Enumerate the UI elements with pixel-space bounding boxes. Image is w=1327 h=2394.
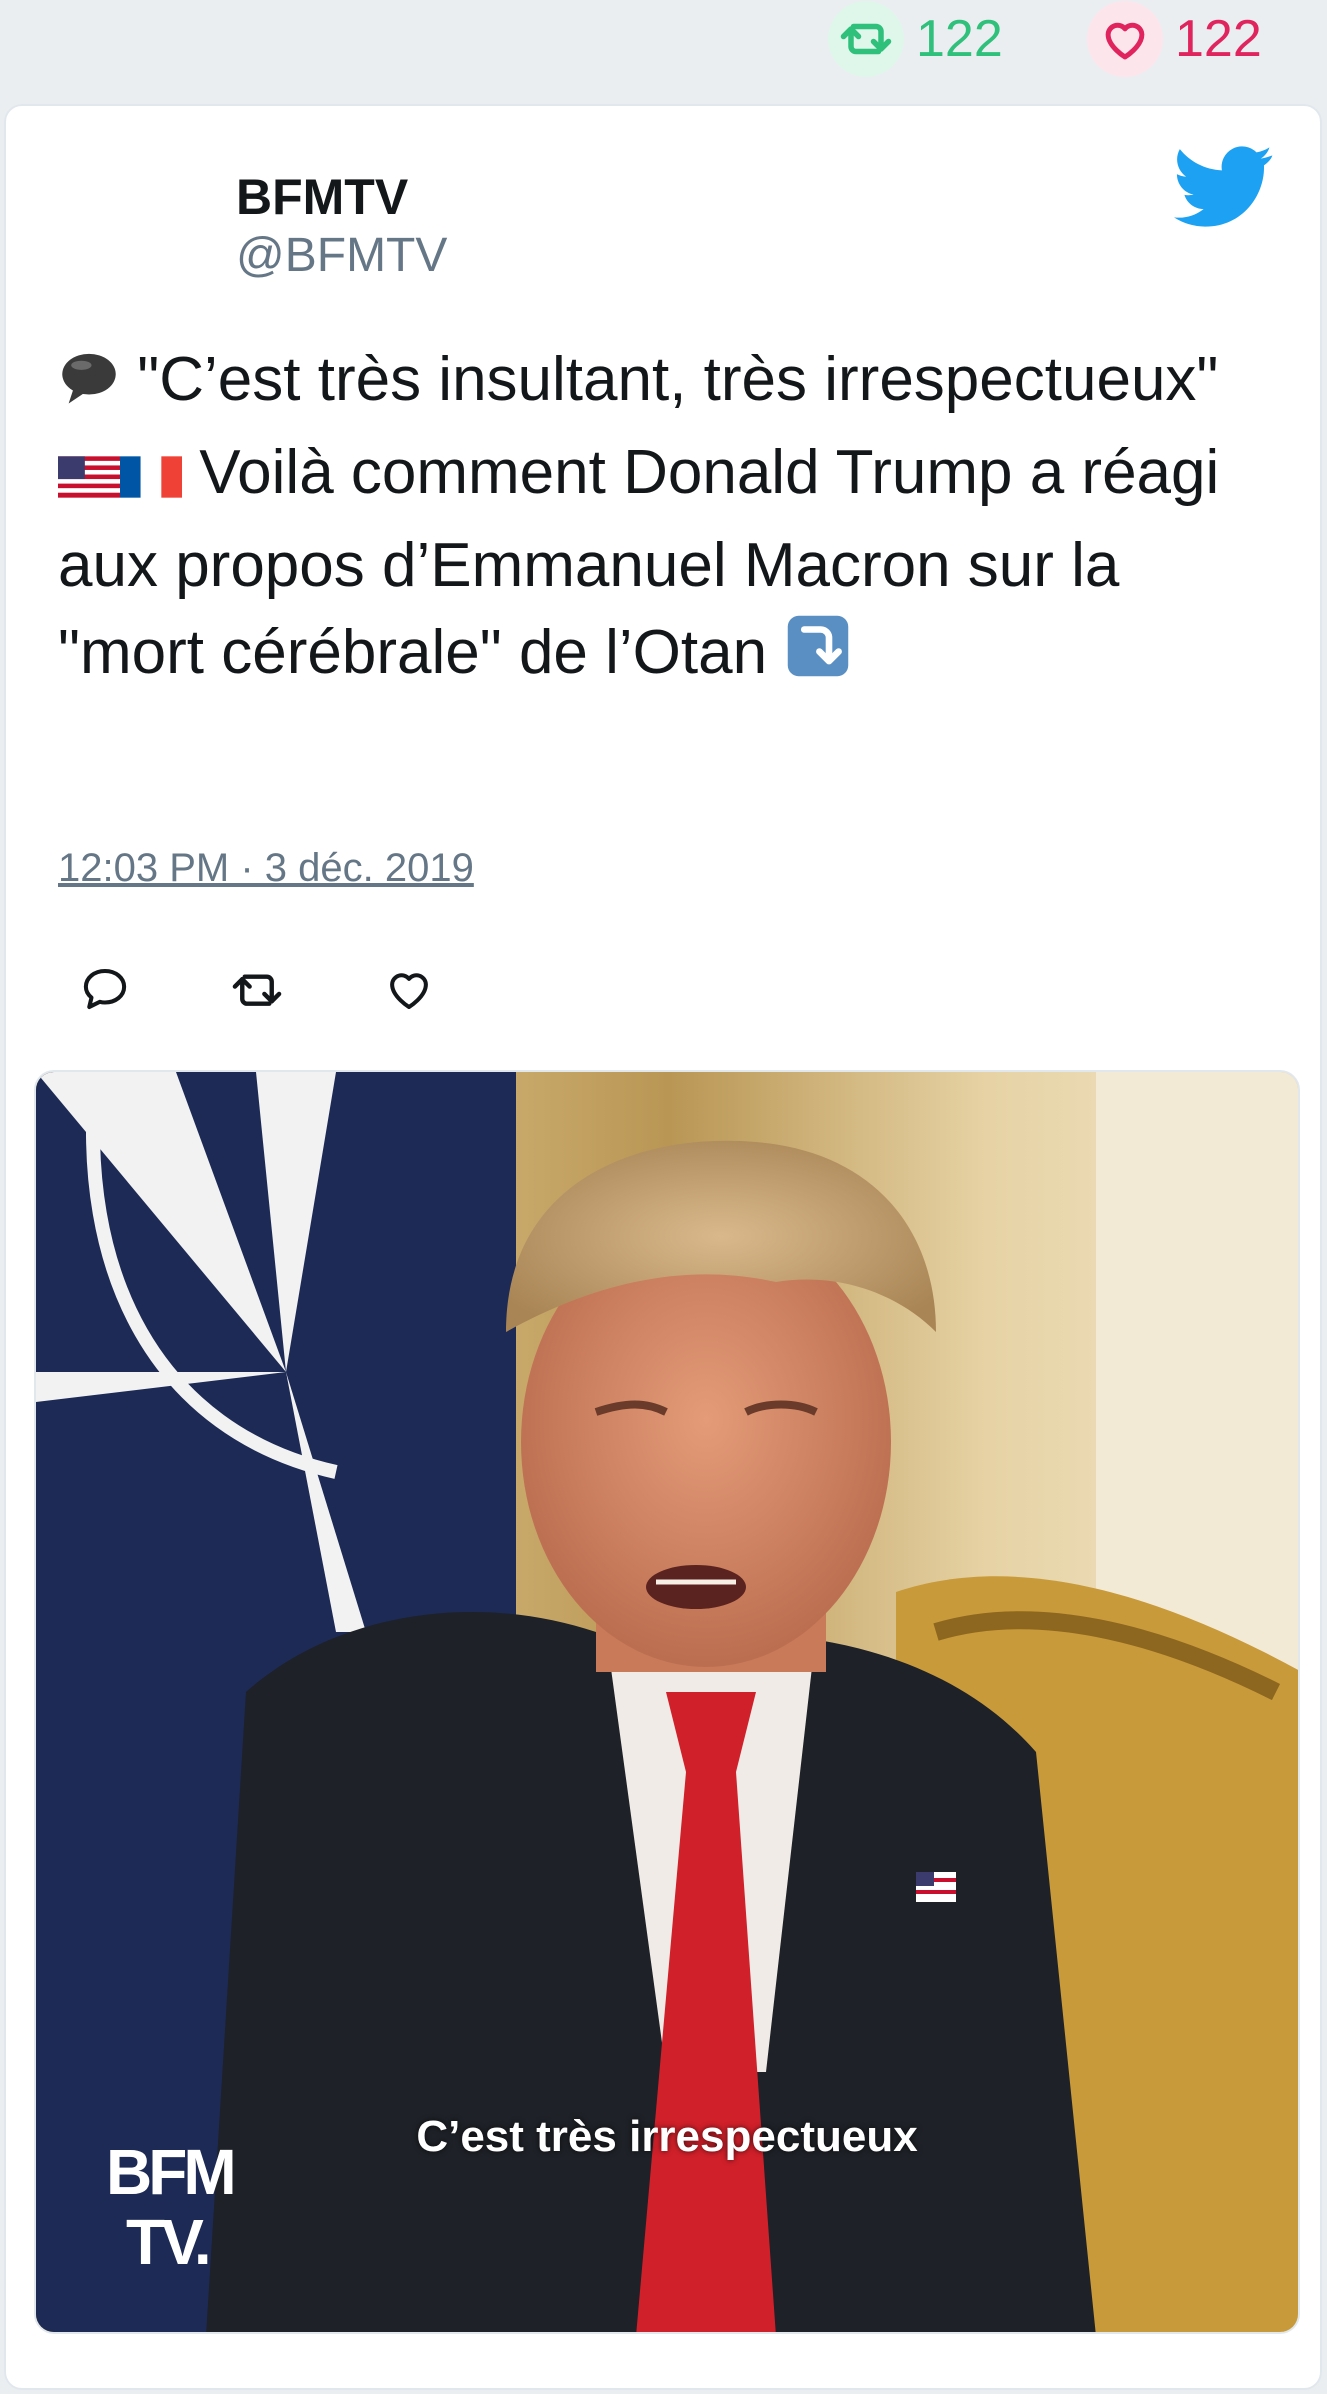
- stats-bar: 122 122: [0, 0, 1327, 80]
- arrow-down-right-icon: [784, 613, 852, 702]
- tweet-text-part2: Voilà comment Donald Trump a réagi aux p…: [58, 438, 1220, 687]
- like-button[interactable]: [382, 962, 444, 1024]
- heart-icon: [1087, 1, 1163, 77]
- like-stat[interactable]: 122: [1087, 1, 1262, 77]
- retweet-button[interactable]: [226, 962, 288, 1024]
- retweet-stat[interactable]: 122: [828, 1, 1003, 77]
- heart-icon: [390, 973, 428, 1010]
- tweet-text-part1: "C’est très insultant, très irrespectueu…: [120, 345, 1219, 414]
- france-flag-icon: [120, 435, 182, 522]
- tweet-card: BFMTV @BFMTV "C’est très insultant, très…: [4, 104, 1322, 2390]
- author-handle[interactable]: @BFMTV: [236, 228, 447, 283]
- reply-icon: [83, 968, 127, 1010]
- author-name[interactable]: BFMTV: [236, 168, 408, 226]
- twitter-bird-icon[interactable]: [1174, 144, 1274, 230]
- bfmtv-logo: BFM TV.: [98, 2132, 298, 2282]
- svg-text:TV.: TV.: [126, 2206, 208, 2278]
- retweet-count: 122: [916, 10, 1003, 68]
- tweet-timestamp[interactable]: 12:03 PM · 3 déc. 2019: [58, 846, 474, 891]
- retweet-icon: [828, 1, 904, 77]
- reply-button[interactable]: [78, 962, 140, 1024]
- retweet-icon: [232, 974, 282, 1006]
- tweet-media[interactable]: C’est très irrespectueux BFM TV.: [34, 1070, 1300, 2334]
- svg-text:BFM: BFM: [106, 2136, 233, 2208]
- like-count: 122: [1175, 10, 1262, 68]
- us-flag-icon: [58, 435, 120, 522]
- tweet-text: "C’est très insultant, très irrespectueu…: [58, 336, 1258, 702]
- speech-bubble-icon: [58, 342, 120, 429]
